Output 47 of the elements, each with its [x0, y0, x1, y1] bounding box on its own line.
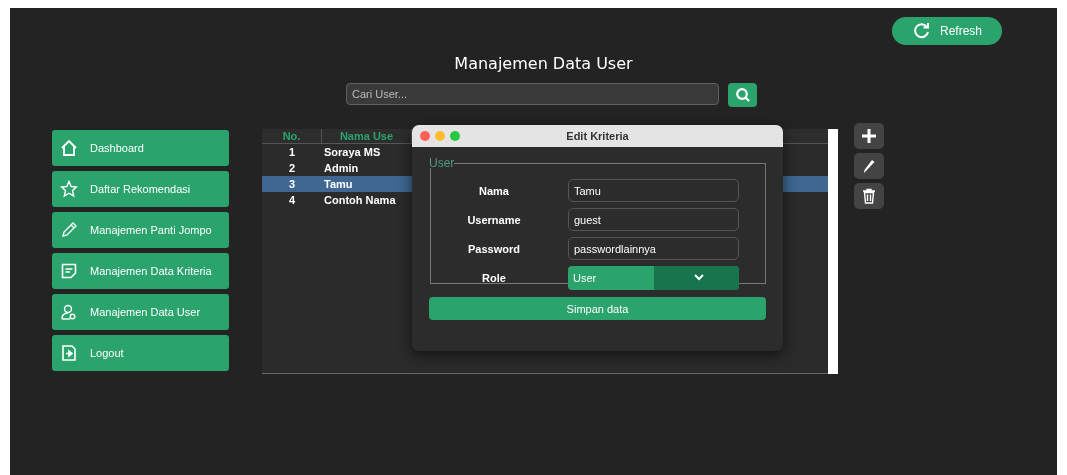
pencil-icon: [862, 158, 876, 174]
search-icon: [734, 87, 751, 103]
table-cell: Soraya MS: [324, 146, 381, 158]
search-button[interactable]: [728, 83, 757, 107]
plus-icon: [861, 128, 877, 144]
refresh-button[interactable]: Refresh: [892, 17, 1002, 45]
add-button[interactable]: [854, 123, 884, 149]
table-cell: Contoh Nama: [324, 194, 396, 206]
pencil-icon: [60, 221, 78, 239]
sidebar-item[interactable]: Logout: [52, 335, 229, 371]
column-header[interactable]: No.: [262, 129, 322, 143]
note-icon: [60, 262, 78, 280]
table-cell: Admin: [324, 162, 359, 174]
trash-icon: [862, 188, 876, 204]
input-field[interactable]: passwordlainnya: [568, 237, 739, 260]
sidebar-item[interactable]: Manajemen Panti Jompo: [52, 212, 229, 248]
field-label: Password: [467, 242, 521, 255]
save-button[interactable]: Simpan data: [429, 297, 766, 320]
sidebar-item[interactable]: Dashboard: [52, 130, 229, 166]
field-label: Nama: [478, 184, 510, 197]
table-cell: Tamu: [324, 178, 353, 190]
sidebar-item[interactable]: Daftar Rekomendasi: [52, 171, 229, 207]
field-label: Role: [481, 271, 507, 284]
search-field[interactable]: Cari User...: [346, 83, 719, 105]
input-field[interactable]: Tamu: [568, 179, 739, 202]
field-label: Username: [466, 213, 522, 226]
input-field[interactable]: guest: [568, 208, 739, 231]
table-cell-text: 1: [287, 146, 297, 158]
role-dropdown[interactable]: User: [568, 265, 739, 290]
home-icon: [60, 139, 78, 157]
edit-button[interactable]: [854, 153, 884, 179]
table-cell-text: 2: [287, 162, 297, 174]
chevron-down-icon: [693, 274, 704, 281]
refresh-icon: [914, 23, 930, 39]
star-icon: [60, 180, 78, 198]
logout-icon: [60, 344, 78, 362]
sidebar-item[interactable]: Manajemen Data Kriteria: [52, 253, 229, 289]
group-label: User: [429, 158, 455, 168]
delete-button[interactable]: [854, 183, 884, 209]
scrollbar[interactable]: [828, 129, 838, 374]
table-cell-text: 3: [287, 178, 297, 190]
close-button[interactable]: [420, 131, 430, 141]
user-icon: [60, 303, 78, 321]
page-title: Manajemen Data User: [454, 54, 633, 73]
sidebar-item[interactable]: Manajemen Data User: [52, 294, 229, 330]
table-cell-text: 4: [287, 194, 297, 206]
dialog-title: Edit Kriteria: [566, 130, 629, 142]
